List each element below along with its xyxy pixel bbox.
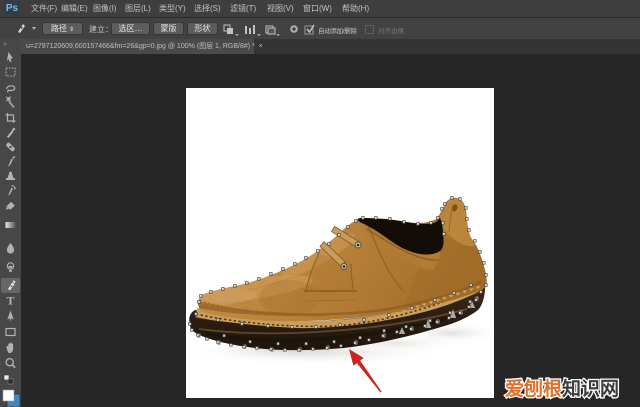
svg-text:T: T	[6, 294, 14, 308]
svg-text:知识网: 知识网	[562, 377, 619, 400]
svg-text:»: »	[3, 41, 7, 48]
svg-text:爱刨根: 爱刨根	[505, 377, 562, 400]
